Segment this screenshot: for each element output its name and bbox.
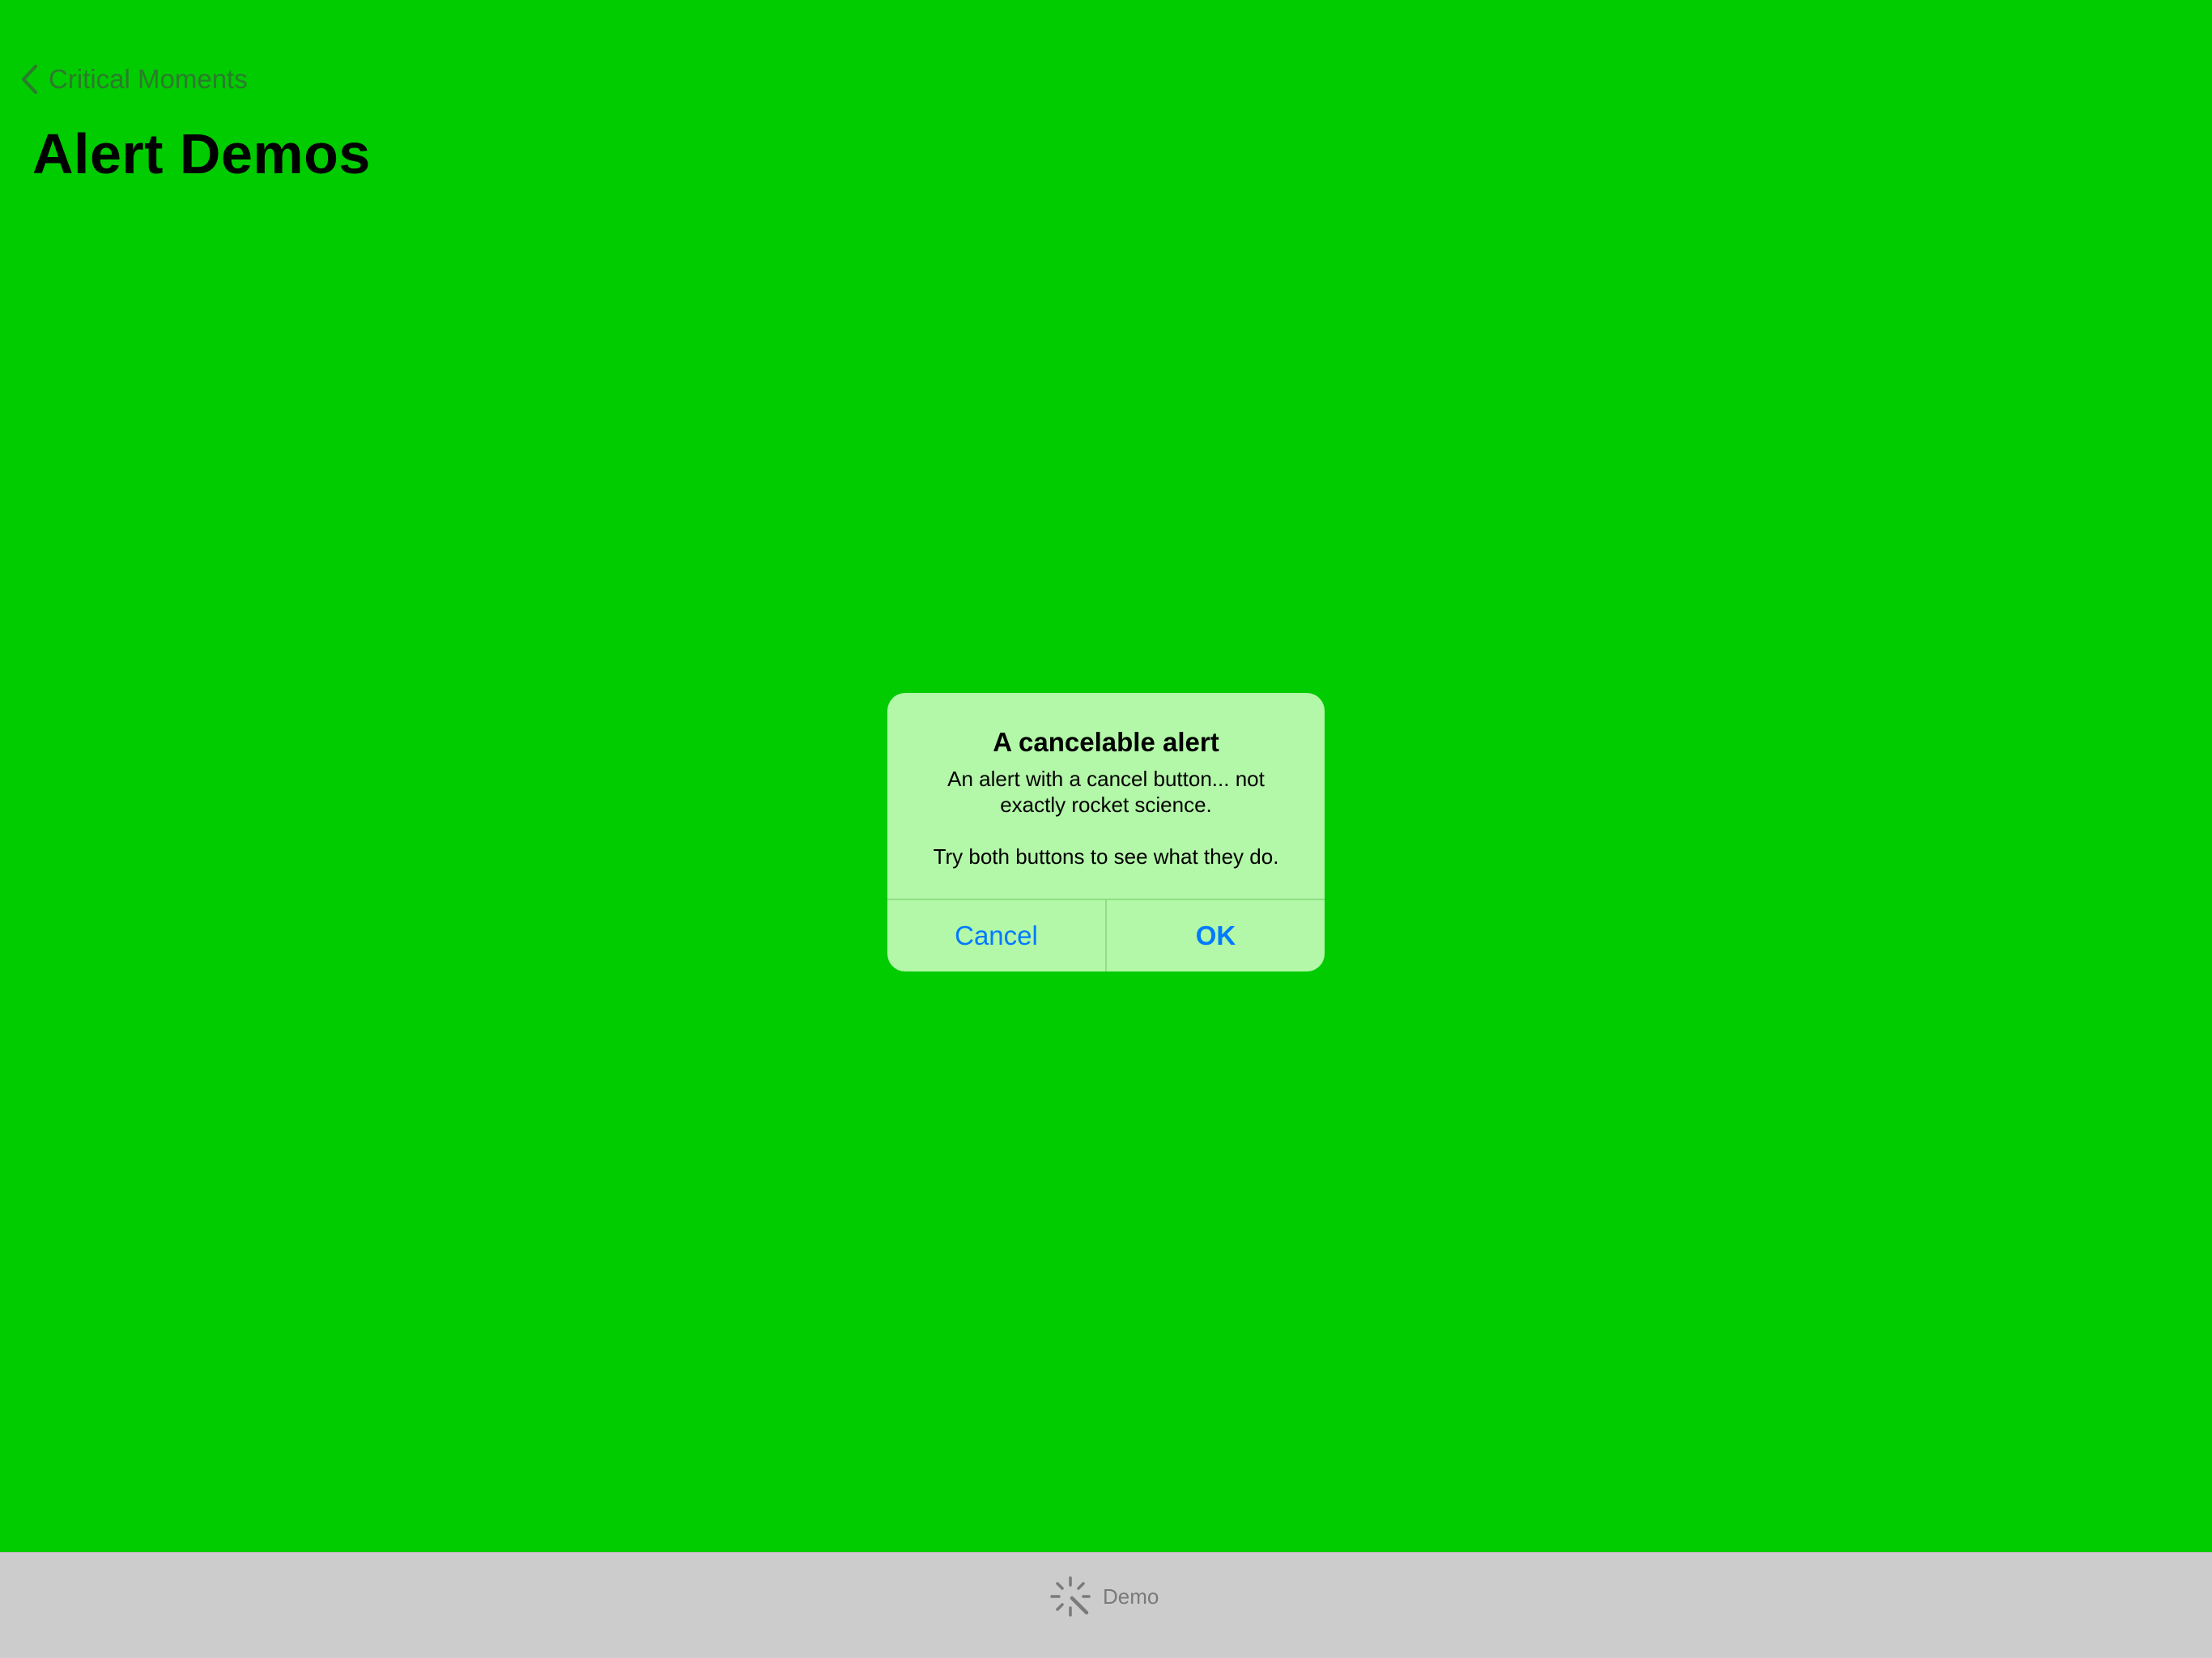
alert-message: An alert with a cancel button... not exa…	[933, 767, 1279, 869]
tab-demo-label: Demo	[1103, 1584, 1159, 1609]
ok-button[interactable]: OK	[1105, 900, 1325, 971]
tab-demo[interactable]: Demo	[1049, 1572, 1159, 1621]
cancel-button[interactable]: Cancel	[887, 900, 1105, 971]
back-button-label: Critical Moments	[49, 64, 248, 94]
alert-dialog: A cancelable alert An alert with a cance…	[887, 693, 1325, 971]
chevron-left-icon	[19, 63, 39, 96]
alert-actions: Cancel OK	[887, 899, 1325, 971]
tab-bar: Demo	[0, 1552, 2212, 1658]
magic-wand-icon	[1049, 1575, 1091, 1618]
page-title: Alert Demos	[32, 122, 371, 185]
alert-body: A cancelable alert An alert with a cance…	[887, 693, 1325, 900]
back-button[interactable]: Critical Moments	[19, 57, 248, 102]
alert-title: A cancelable alert	[993, 727, 1219, 757]
